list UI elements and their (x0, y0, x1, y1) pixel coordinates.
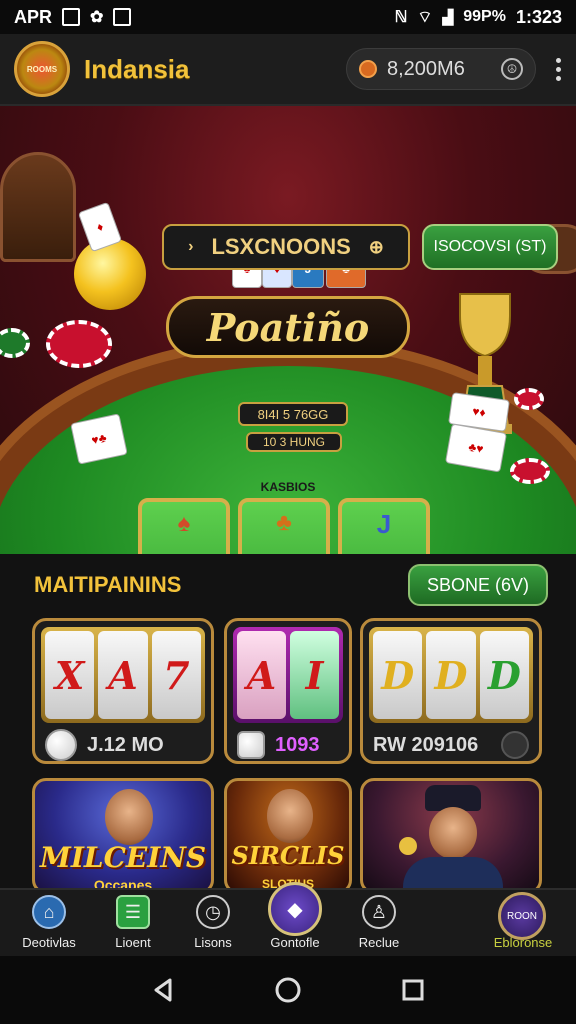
nav-item-list[interactable]: ☰ Lioent (88, 890, 178, 958)
hero-action-button[interactable]: ISOCOVSI (ST) (422, 224, 558, 270)
slot-reel-1: ♠ K ♦ (138, 498, 230, 554)
nav-label: Reclue (358, 935, 400, 950)
game-reels: X A 7 (41, 627, 205, 723)
nfc-icon: ℕ (394, 9, 408, 26)
promo-card[interactable] (360, 778, 542, 894)
game-card[interactable]: A I 1093 (224, 618, 352, 764)
logo-text: ROOMS (26, 64, 58, 74)
nav-label: Gontofle (270, 935, 320, 950)
user-icon: ♙ (362, 895, 396, 929)
recents-icon[interactable] (395, 972, 431, 1008)
list-icon: ☰ (116, 895, 150, 929)
nav-label: Lisons (194, 935, 232, 950)
poker-chip (514, 388, 544, 410)
reel-symbol: ♣ (276, 508, 292, 536)
promo-title: MILCEINS (39, 841, 207, 874)
reel-symbol: A (98, 631, 148, 719)
nav-item-home[interactable]: ⌂ Deotivlas (4, 890, 94, 958)
reel-symbol: ♠ (177, 509, 191, 537)
balance-pill[interactable]: 8,200M6 ☮ (346, 48, 536, 90)
app-logo[interactable]: ROOMS (14, 41, 70, 97)
reel-symbol: J (376, 509, 392, 539)
nav-item-rewards[interactable]: Ebloronse (478, 890, 568, 958)
wifi-icon: ⌔ (417, 9, 433, 26)
settings-icon (501, 731, 529, 759)
nav-label: Lioent (115, 935, 151, 950)
signal-icon: ▟ (442, 8, 454, 25)
reel-symbol: D (426, 631, 476, 719)
timer-icon: ◷ (196, 895, 230, 929)
slot-label: KASBIOS (260, 480, 316, 494)
character-avatar (429, 807, 477, 859)
hero-banner[interactable]: ♦ ♠ ♦ J ♣ › LSXCNOONS ⊕ ISOCOVSI (ST) Po… (0, 106, 576, 554)
notification-icon (62, 8, 81, 26)
reel-symbol: K (171, 553, 197, 555)
app-screen: APR ✿ ℕ ⌔ ▟ 99P% 1:323 ROOMS Indansia 8,… (0, 0, 576, 1024)
settings-icon: ⊕ (368, 236, 384, 257)
promo-card[interactable]: SIRCLIS SLOTIUS (224, 778, 352, 894)
section-title: MAITIPAININS (34, 572, 182, 597)
game-reels: D D D (369, 627, 533, 723)
odds-display-secondary: 10 3 HUNG (246, 432, 342, 452)
hero-title: Poatiño (166, 296, 410, 358)
nav-item-center[interactable]: Gontofle (250, 890, 340, 958)
promo-title: SIRCLIS (231, 841, 345, 870)
hero-tab-label: LSXCNOONS (211, 234, 351, 259)
coin-icon (359, 60, 377, 78)
poker-chip (510, 458, 550, 484)
wallet-icon[interactable]: ☮ (501, 58, 523, 80)
reel-symbol: D (373, 631, 423, 719)
dice-icon (237, 731, 265, 759)
reel-symbol: X (45, 631, 95, 719)
home-icon: ⌂ (32, 895, 66, 929)
promo-card[interactable]: MILCEINS Occapes (32, 778, 214, 894)
character-avatar (267, 789, 313, 843)
game-card[interactable]: X A 7 J.12 MO (32, 618, 214, 764)
ball-icon (45, 729, 77, 761)
poker-chip (0, 328, 30, 358)
home-button-icon[interactable] (270, 972, 306, 1008)
system-navigation-bar (0, 956, 576, 1024)
poker-chip (46, 320, 112, 368)
reel-symbol: A (272, 550, 295, 554)
reel-symbol: A (237, 631, 286, 719)
more-menu-icon[interactable] (554, 57, 562, 81)
battery-text: 99P% (463, 8, 506, 25)
chevron-right-icon: › (188, 238, 194, 255)
nav-label: Ebloronse (493, 935, 553, 950)
game-value: J.12 MO (87, 733, 164, 756)
slot-reel-2: ♣ A ● (238, 498, 330, 554)
clock: 1:323 (515, 6, 562, 27)
app-header: ROOMS Indansia 8,200M6 ☮ (0, 34, 576, 106)
hero-tab-pill[interactable]: › LSXCNOONS ⊕ (162, 224, 410, 270)
bottom-navigation: ⌂ Deotivlas ☰ Lioent ◷ Lisons ◆ Gontofle… (0, 882, 576, 958)
reel-symbol: I (290, 631, 339, 719)
back-icon[interactable] (145, 972, 181, 1008)
app-name: Indansia (84, 53, 190, 84)
reel-symbol: D (479, 631, 529, 719)
reel-symbol: 7 (151, 631, 201, 719)
slot-reel-3: J ◆ ♥ (338, 498, 430, 554)
status-carrier: APR (14, 6, 53, 27)
section-action-button[interactable]: SBONE (6V) (408, 564, 548, 606)
nav-label: Deotivlas (22, 935, 76, 950)
character-avatar (105, 789, 153, 845)
nav-item-profile[interactable]: ♙ Reclue (334, 890, 424, 958)
gear-icon: ✿ (90, 9, 104, 26)
status-bar: APR ✿ ℕ ⌔ ▟ 99P% 1:323 (0, 0, 576, 34)
photo-icon (113, 8, 132, 26)
bell-icon (74, 238, 146, 310)
game-reels: A I (233, 627, 343, 723)
coin-icon (399, 837, 417, 855)
odds-display: 8I4I 5 76GG (238, 402, 348, 426)
game-card[interactable]: D D D RW 209106 (360, 618, 542, 764)
balance-amount: 8,200M6 (387, 57, 465, 80)
stool-left (0, 152, 76, 262)
game-value: RW 209106 (373, 733, 479, 756)
nav-item-timer[interactable]: ◷ Lisons (168, 890, 258, 958)
game-value: 1093 (275, 733, 320, 756)
